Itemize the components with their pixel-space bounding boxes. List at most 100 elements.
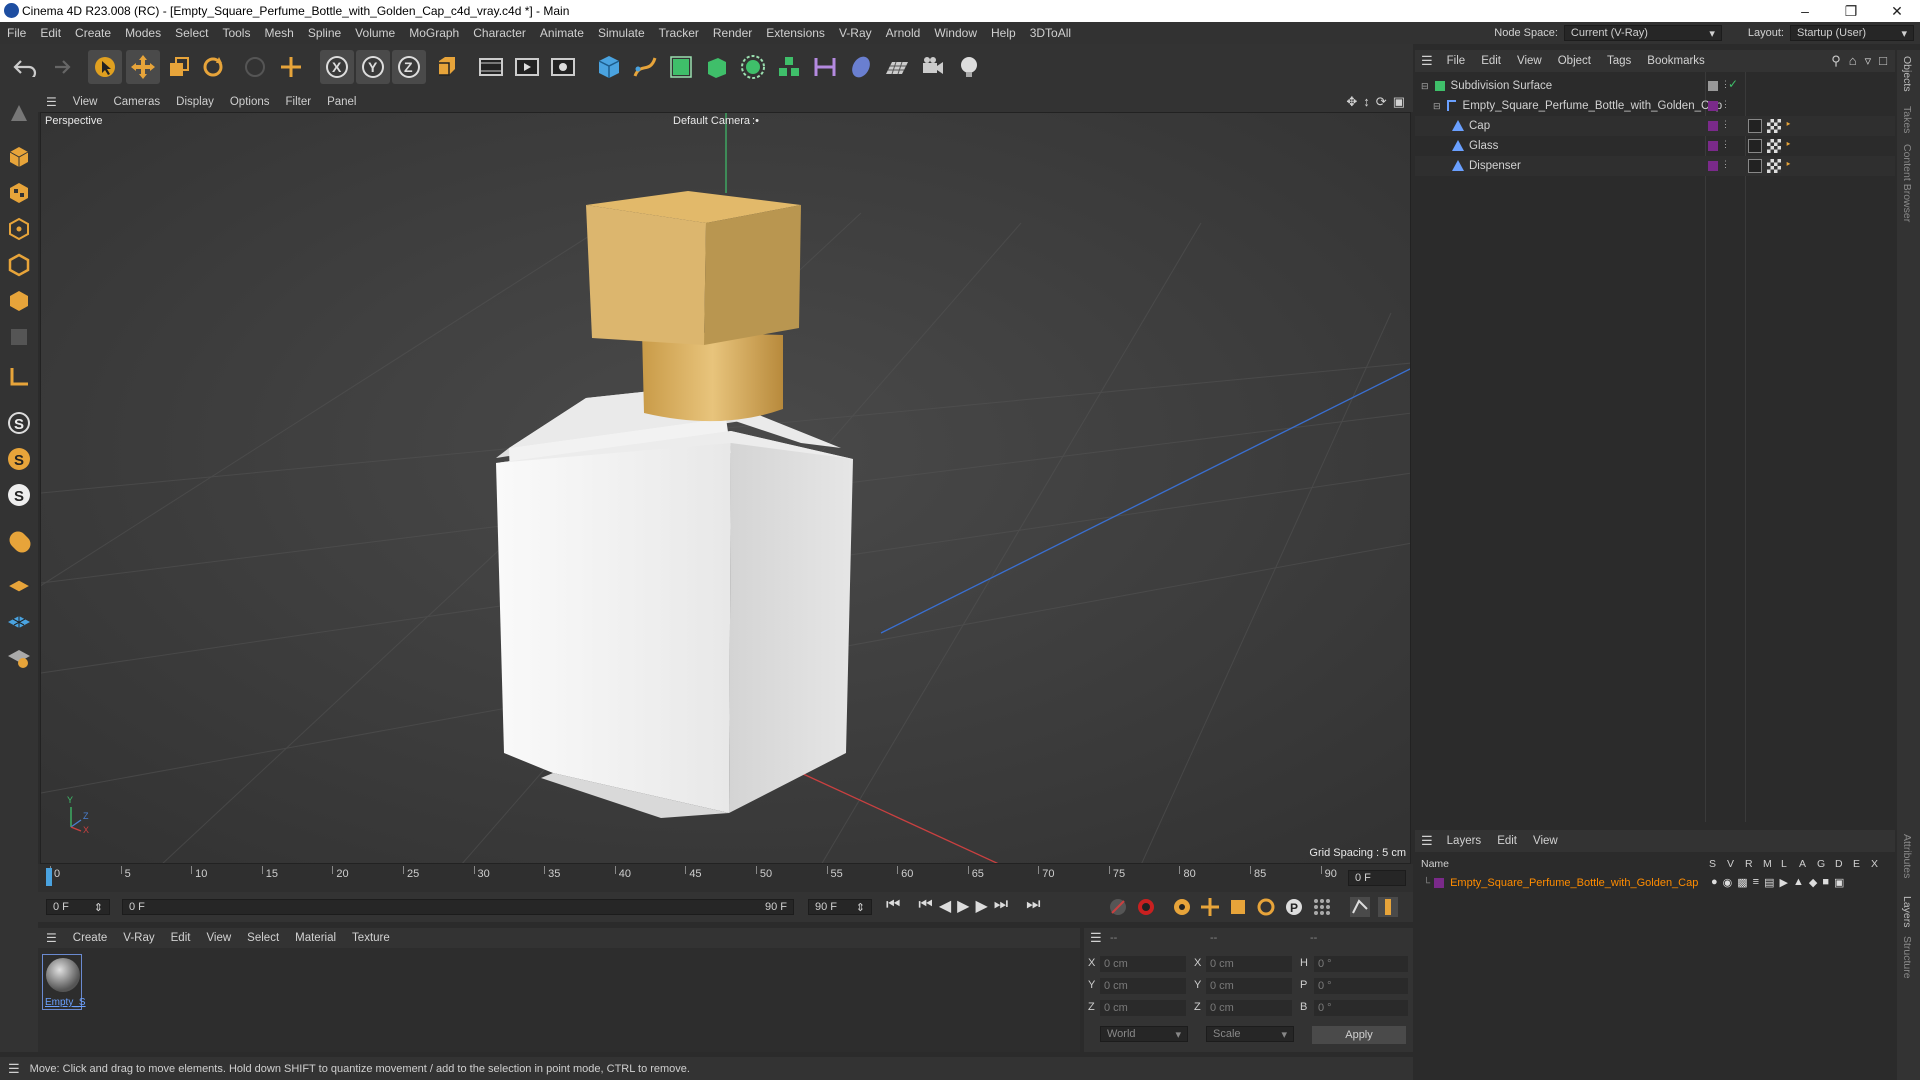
magnet-tool-button[interactable] <box>4 526 34 556</box>
move-tool-button[interactable] <box>126 50 160 84</box>
tab-content-browser[interactable]: Content Browser <box>1901 144 1913 222</box>
maximize-view-icon[interactable]: ▣ <box>1393 94 1405 110</box>
material-menu-select[interactable]: Select <box>239 932 287 944</box>
viewport-menu-cameras[interactable]: Cameras <box>105 96 168 108</box>
minimize-button[interactable]: – <box>1782 0 1828 22</box>
menu-tracker[interactable]: Tracker <box>652 26 706 40</box>
menu-vray[interactable]: V-Ray <box>832 26 879 40</box>
rotate-tool-button[interactable] <box>196 50 230 84</box>
object-menu-file[interactable]: File <box>1439 55 1474 67</box>
material-menu-texture[interactable]: Texture <box>344 932 398 944</box>
floor-button[interactable] <box>880 50 914 84</box>
viewport-menu-view[interactable]: View <box>65 96 106 108</box>
scale-tool-button[interactable] <box>162 50 196 84</box>
point-level-animation-icon[interactable] <box>1312 897 1332 917</box>
x-axis-lock-button[interactable]: X <box>320 50 354 84</box>
menu-help[interactable]: Help <box>984 26 1023 40</box>
rotate-view-icon[interactable]: ⟳ <box>1376 94 1387 110</box>
play-icon[interactable]: ▶ <box>957 896 969 916</box>
layer-col-solo[interactable]: S <box>1709 858 1716 870</box>
layer-col-animation[interactable]: A <box>1799 858 1806 870</box>
hamburger-menu-icon[interactable]: ☰ <box>0 1061 30 1077</box>
pos-y-field[interactable]: 0 cm <box>1100 978 1186 994</box>
start-frame-field[interactable]: 0 F ⇕ <box>46 899 110 915</box>
texture-mode-button[interactable] <box>4 178 34 208</box>
deformer-icon[interactable]: ◆ <box>1809 876 1817 889</box>
motion-tracking-icon[interactable] <box>1350 897 1370 917</box>
vray-tag-icon[interactable] <box>1748 119 1762 133</box>
cloner-button[interactable] <box>736 50 770 84</box>
keyframe-selection-icon[interactable] <box>1172 897 1192 917</box>
material-tag-icon[interactable] <box>1767 139 1781 153</box>
light-button[interactable] <box>952 50 986 84</box>
previous-frame-icon[interactable]: ◀ <box>939 896 951 916</box>
menu-3dtoall[interactable]: 3DToAll <box>1023 26 1078 40</box>
layout-dropdown[interactable]: Startup (User) ▾ <box>1790 25 1914 41</box>
viewport-menu-options[interactable]: Options <box>222 96 278 108</box>
menu-select[interactable]: Select <box>168 26 215 40</box>
xref-icon[interactable]: ▣ <box>1834 876 1844 889</box>
material-menu-view[interactable]: View <box>198 932 239 944</box>
deformer-button[interactable] <box>808 50 842 84</box>
layer-swatch[interactable] <box>1708 141 1718 151</box>
material-menu-vray[interactable]: V-Ray <box>115 932 162 944</box>
cube-primitive-button[interactable] <box>592 50 626 84</box>
material-tag-icon[interactable] <box>1767 119 1781 133</box>
hamburger-menu-icon[interactable]: ☰ <box>1415 833 1439 849</box>
pan-view-icon[interactable]: ✥ <box>1346 94 1357 110</box>
node-space-dropdown[interactable]: Current (V-Ray) ▾ <box>1563 25 1722 41</box>
make-editable-button[interactable] <box>4 98 34 128</box>
z-axis-lock-button[interactable]: Z <box>392 50 426 84</box>
layer-col-render[interactable]: R <box>1745 858 1753 870</box>
vray-tag-icon[interactable] <box>1748 139 1762 153</box>
menu-render[interactable]: Render <box>706 26 759 40</box>
eye-icon[interactable]: ◉ <box>1723 876 1733 889</box>
timeline-window-icon[interactable] <box>1378 897 1398 917</box>
object-row-subdivision-surface[interactable]: ⊟ Subdivision Surface ⋮ ✓ <box>1415 76 1895 96</box>
layer-menu-layers[interactable]: Layers <box>1439 835 1490 847</box>
menu-file[interactable]: File <box>0 26 33 40</box>
visibility-dots-icon[interactable]: ⋮ <box>1721 119 1730 130</box>
object-menu-edit[interactable]: Edit <box>1473 55 1509 67</box>
object-row-dispenser[interactable]: Dispenser ⋮ ‣ <box>1415 156 1895 176</box>
menu-spline[interactable]: Spline <box>301 26 348 40</box>
layer-col-deformers[interactable]: D <box>1835 858 1843 870</box>
previous-key-icon[interactable]: ⏮ <box>918 896 932 916</box>
hamburger-menu-icon[interactable]: ☰ <box>38 931 65 945</box>
autokey-icon[interactable] <box>1136 897 1156 917</box>
edges-mode-button[interactable] <box>4 250 34 280</box>
tab-attributes[interactable]: Attributes <box>1901 834 1913 878</box>
rot-h-field[interactable]: 0 ° <box>1314 956 1408 972</box>
mograph-button[interactable] <box>772 50 806 84</box>
size-y-field[interactable]: 0 cm <box>1206 978 1292 994</box>
record-keys-icon[interactable] <box>1108 897 1128 917</box>
apply-button[interactable]: Apply <box>1312 1026 1406 1044</box>
snap-enable-button[interactable]: S <box>4 408 34 438</box>
timeline-ruler[interactable]: 0 5 10 15 20 25 30 35 40 45 50 55 60 65 70 75 80 85 90 0 F <box>38 864 1413 892</box>
tab-structure[interactable]: Structure <box>1901 936 1913 979</box>
y-axis-lock-button[interactable]: Y <box>356 50 390 84</box>
field-button[interactable] <box>844 50 878 84</box>
rot-p-field[interactable]: 0 ° <box>1314 978 1408 994</box>
manager-icon[interactable]: ≡ <box>1753 876 1759 889</box>
pos-x-field[interactable]: 0 cm <box>1100 956 1186 972</box>
home-icon[interactable]: ⌂ <box>1849 53 1857 69</box>
material-swatch[interactable]: Empty_S <box>42 954 86 1010</box>
visibility-dots-icon[interactable]: ⋮ <box>1721 159 1730 170</box>
rot-b-field[interactable]: 0 ° <box>1314 1000 1408 1016</box>
hamburger-menu-icon[interactable]: ☰ <box>1090 930 1102 946</box>
menu-arnold[interactable]: Arnold <box>879 26 928 40</box>
object-menu-tags[interactable]: Tags <box>1599 55 1639 67</box>
frame-range-slider[interactable]: 0 F 90 F <box>122 899 794 915</box>
size-x-field[interactable]: 0 cm <box>1206 956 1292 972</box>
menu-extensions[interactable]: Extensions <box>759 26 832 40</box>
live-selection-button[interactable] <box>88 50 122 84</box>
maximize-button[interactable]: ❐ <box>1828 0 1874 22</box>
spline-pen-button[interactable] <box>628 50 662 84</box>
polygons-mode-button[interactable] <box>4 286 34 316</box>
menu-mesh[interactable]: Mesh <box>257 26 300 40</box>
layer-col-manager[interactable]: M <box>1763 858 1772 870</box>
menu-animate[interactable]: Animate <box>533 26 591 40</box>
object-row-cap[interactable]: Cap ⋮ ‣ <box>1415 116 1895 136</box>
grid-workplane-button[interactable] <box>4 606 34 636</box>
